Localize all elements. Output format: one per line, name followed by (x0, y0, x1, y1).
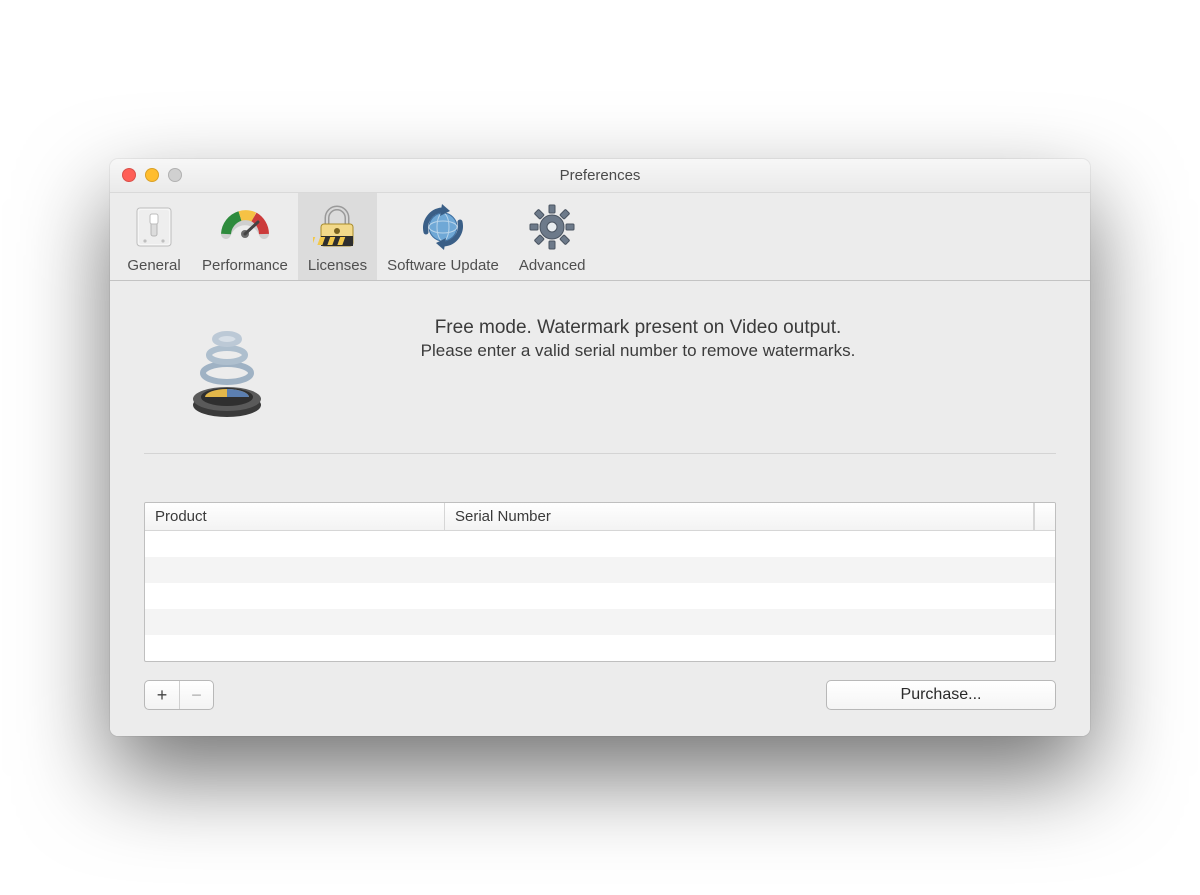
table-row[interactable] (145, 609, 1055, 635)
tab-label: General (127, 257, 180, 274)
table-header: Product Serial Number (145, 503, 1055, 531)
add-license-button[interactable]: + (145, 681, 179, 709)
column-spacer (1034, 503, 1055, 530)
column-product[interactable]: Product (145, 503, 445, 530)
titlebar: Preferences (110, 159, 1090, 193)
tab-advanced[interactable]: Advanced (509, 193, 596, 280)
close-window-button[interactable] (122, 168, 136, 182)
table-row[interactable] (145, 557, 1055, 583)
tab-software-update[interactable]: Software Update (377, 193, 509, 280)
table-row[interactable] (145, 583, 1055, 609)
app-icon (172, 313, 282, 423)
footer-controls: + − Purchase... (144, 680, 1056, 710)
add-remove-segment: + − (144, 680, 214, 710)
table-row[interactable] (145, 635, 1055, 661)
remove-license-button[interactable]: − (179, 681, 213, 709)
tab-label: Advanced (519, 257, 586, 274)
window-title: Preferences (560, 167, 641, 184)
licenses-table[interactable]: Product Serial Number (144, 502, 1056, 662)
zoom-window-button[interactable] (168, 168, 182, 182)
preferences-toolbar: General Performance (110, 193, 1090, 281)
licenses-pane: Free mode. Watermark present on Video ou… (110, 281, 1090, 736)
globe-refresh-icon (415, 201, 471, 253)
tab-performance[interactable]: Performance (192, 193, 298, 280)
tab-general[interactable]: General (116, 193, 192, 280)
divider (144, 453, 1056, 454)
preferences-window: Preferences General (110, 159, 1090, 736)
license-status: Free mode. Watermark present on Video ou… (144, 303, 1056, 453)
table-row[interactable] (145, 531, 1055, 557)
tab-label: Software Update (387, 257, 499, 274)
gear-icon (524, 201, 580, 253)
switch-icon (126, 201, 182, 253)
gauge-icon (217, 201, 273, 253)
tab-label: Licenses (308, 257, 367, 274)
license-status-subtext: Please enter a valid serial number to re… (300, 341, 976, 361)
tab-licenses[interactable]: Licenses (298, 193, 377, 280)
purchase-button[interactable]: Purchase... (826, 680, 1056, 710)
window-controls (122, 168, 182, 182)
license-status-heading: Free mode. Watermark present on Video ou… (300, 317, 976, 339)
lock-icon (309, 201, 365, 253)
column-serial[interactable]: Serial Number (445, 503, 1034, 530)
minimize-window-button[interactable] (145, 168, 159, 182)
tab-label: Performance (202, 257, 288, 274)
table-body (145, 531, 1055, 661)
